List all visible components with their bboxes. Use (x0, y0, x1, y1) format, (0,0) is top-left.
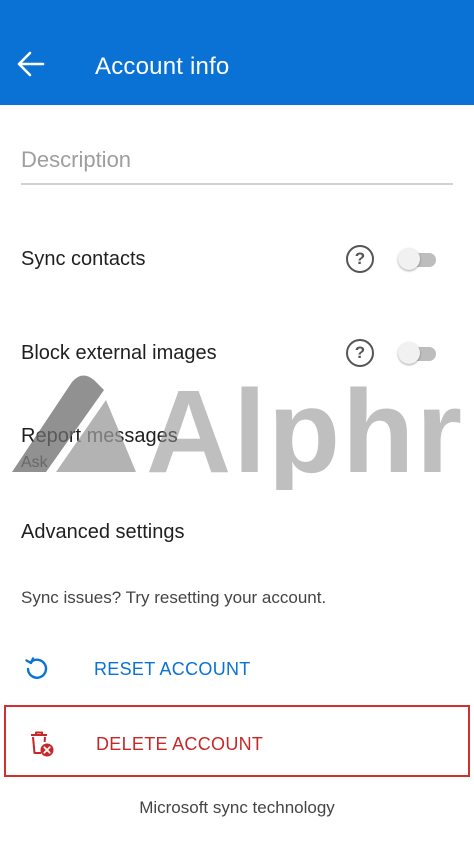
reset-account-label: RESET ACCOUNT (94, 659, 251, 679)
advanced-settings-item[interactable]: Advanced settings (21, 521, 184, 544)
report-messages-label[interactable]: Report messages (21, 425, 178, 448)
block-images-toggle[interactable] (398, 341, 438, 365)
delete-account-label: DELETE ACCOUNT (96, 734, 264, 754)
sync-contacts-label: Sync contacts (21, 248, 146, 270)
sync-issues-hint: Sync issues? Try resetting your account. (21, 588, 327, 607)
description-input[interactable] (21, 145, 453, 173)
report-messages-value: Ask (21, 454, 48, 471)
toggle-thumb (398, 342, 420, 364)
toggle-thumb (398, 248, 420, 270)
trash-icon (31, 731, 54, 757)
back-arrow-icon[interactable] (16, 50, 58, 88)
delete-account-button[interactable]: DELETE ACCOUNT (4, 705, 470, 777)
footer-text: Microsoft sync technology (139, 798, 335, 817)
svg-text:Alphr: Alphr (146, 366, 464, 490)
description-field (21, 145, 453, 185)
app-bar: Account info (0, 0, 474, 105)
refresh-icon (25, 657, 48, 679)
block-images-label: Block external images (21, 342, 217, 364)
help-icon[interactable]: ? (346, 339, 374, 367)
reset-account-button[interactable]: RESET ACCOUNT (0, 640, 474, 700)
sync-contacts-toggle[interactable] (398, 247, 438, 271)
help-icon[interactable]: ? (346, 245, 374, 273)
page-title: Account info (95, 53, 230, 80)
